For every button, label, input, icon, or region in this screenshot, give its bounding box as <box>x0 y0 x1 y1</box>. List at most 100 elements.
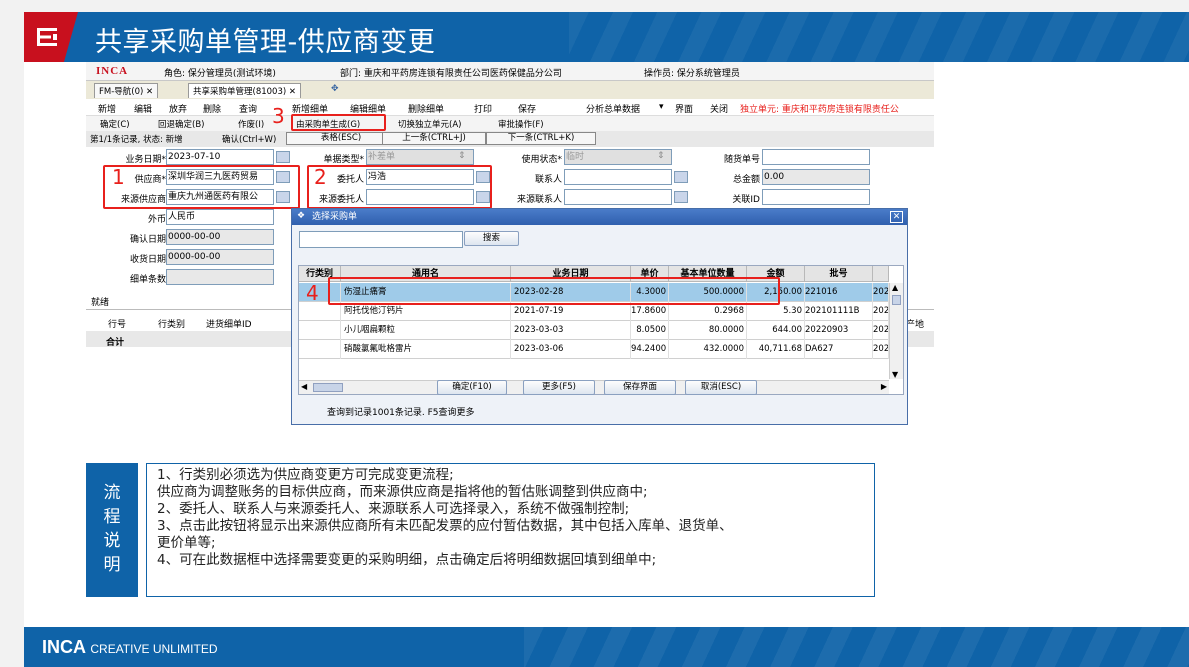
next-record-button[interactable]: 下一条(CTRL+K) <box>486 132 596 145</box>
cancel-button[interactable]: 取消(ESC) <box>685 380 757 395</box>
follow-no-label: 随货单号 <box>723 155 760 165</box>
confirm-button[interactable]: 确定(F10) <box>437 380 507 395</box>
menu-analyze[interactable]: 分析总单数据 <box>586 102 640 115</box>
detail-count-field[interactable] <box>166 269 274 285</box>
rollback-action[interactable]: 回退确定(B) <box>158 118 204 130</box>
app-brand: INCA <box>96 65 129 77</box>
follow-no-field[interactable] <box>762 149 870 165</box>
footer-tagline: CREATIVE UNLIMITED <box>90 642 218 656</box>
switch-unit-action[interactable]: 切换独立单元(A) <box>398 118 461 130</box>
status-row: 第1/1条记录, 状态: 新增 确认(Ctrl+W) 表格(ESC) 上一条(C… <box>86 131 934 147</box>
prev-record-button[interactable]: 上一条(CTRL+J) <box>382 132 486 145</box>
lookup-icon[interactable] <box>674 191 688 203</box>
annotation-number-4: 4 <box>306 281 319 305</box>
void-action[interactable]: 作废(I) <box>238 118 264 130</box>
annotation-number-2: 2 <box>314 165 327 189</box>
annotation-number-1: 1 <box>112 165 125 189</box>
scroll-right-icon[interactable]: ▶ <box>881 382 887 391</box>
move-icon[interactable]: ✥ <box>331 84 339 94</box>
table-row[interactable]: 硝酸氯氟吡格雷片 2023-03-06 94.2400 432.0000 40,… <box>299 340 889 359</box>
close-icon[interactable]: ✕ <box>890 211 903 223</box>
note-line: 1、行类别必须选为供应商变更方可完成变更流程; <box>157 467 454 483</box>
slide: 共享采购单管理-供应商变更 INCA 角色: 保分管理员(测试环境) 部门: 重… <box>0 0 1189 667</box>
scroll-thumb[interactable] <box>313 383 343 392</box>
grid-total-label: 合计 <box>106 338 125 348</box>
menu-layout[interactable]: 界面 <box>675 102 693 115</box>
annotation-box-1 <box>103 165 300 209</box>
note-line: 更价单等; <box>157 535 216 551</box>
action-bar: 确定(C) 回退确定(B) 作废(I) 由采购单生成(G) 切换独立单元(A) … <box>86 116 934 131</box>
note-line: 3、点击此按钮将显示出来源供应商所有未匹配发票的应付暂估数据，其中包括入库单、退… <box>157 518 733 534</box>
grid-header-category: 行类别 <box>158 320 186 330</box>
confirm-date-label: 确认日期 <box>129 235 166 245</box>
dialog-title: 选择采购单 <box>292 209 907 225</box>
use-status-select[interactable]: 临时 <box>564 149 672 165</box>
menu-new[interactable]: 新增 <box>98 102 116 115</box>
tab-shared-purchase[interactable]: 共享采购单管理(81003) ✕ <box>188 83 302 98</box>
confirm-action[interactable]: 确定(C) <box>100 118 130 130</box>
menu-delete[interactable]: 删除 <box>203 102 221 115</box>
col-lot: 批号 <box>805 266 873 282</box>
grid-header-origin: 产地 <box>906 320 925 330</box>
currency-field[interactable]: 人民币 <box>166 209 274 225</box>
chevron-down-icon[interactable]: ⇕ <box>657 151 665 161</box>
doc-type-label: 单据类型* <box>323 155 364 165</box>
related-id-label: 关联ID <box>732 195 760 205</box>
menu-delete-detail[interactable]: 删除细单 <box>408 102 444 115</box>
menu-discard[interactable]: 放弃 <box>169 102 187 115</box>
close-icon[interactable]: ✕ <box>146 87 153 97</box>
source-contact-field[interactable] <box>564 189 672 205</box>
approval-action[interactable]: 审批操作(F) <box>498 118 544 130</box>
annotation-box-4 <box>328 277 780 305</box>
biz-date-field[interactable]: 2023-07-10 <box>166 149 274 165</box>
total-field: 0.00 <box>762 169 870 185</box>
table-row[interactable]: 小儿咽扁颗粒 2023-03-03 8.0500 80.0000 644.00 … <box>299 321 889 340</box>
save-layout-button[interactable]: 保存界面 <box>604 380 676 395</box>
close-icon[interactable]: ✕ <box>289 87 296 97</box>
vertical-scrollbar[interactable]: ▲ ▼ <box>889 283 903 379</box>
grid-header-row-no: 行号 <box>108 320 127 330</box>
total-label: 总金额 <box>732 175 760 185</box>
confirm-shortcut[interactable]: 确认(Ctrl+W) <box>222 133 276 145</box>
receive-date-field[interactable]: 0000-00-00 <box>166 249 274 265</box>
col-extra <box>873 266 889 282</box>
scroll-left-icon[interactable]: ◀ <box>301 382 307 391</box>
search-input[interactable] <box>299 231 463 248</box>
menu-query[interactable]: 查询 <box>239 102 257 115</box>
table-button[interactable]: 表格(ESC) <box>286 132 396 145</box>
calendar-icon[interactable] <box>276 151 290 163</box>
record-status: 第1/1条记录, 状态: 新增 <box>90 135 183 145</box>
dialog-status: 查询到记录1001条记录. F5查询更多 <box>327 408 475 418</box>
annotation-number-3: 3 <box>272 104 285 128</box>
slide-title: 共享采购单管理-供应商变更 <box>95 27 436 58</box>
dropdown-icon[interactable]: ▾ <box>659 102 664 112</box>
select-purchase-dialog: 选择采购单 ❖ ✕ 搜索 行类别 通用名 业务日期 单价 基本单位数量 金额 批… <box>291 208 908 425</box>
window-icon: ❖ <box>297 211 306 221</box>
scroll-thumb[interactable] <box>892 295 901 305</box>
department-text: 部门: 重庆和平药房连锁有限责任公司医药保健品分公司 <box>340 69 562 79</box>
search-button[interactable]: 搜索 <box>464 231 519 246</box>
chevron-down-icon[interactable]: ⇕ <box>458 151 466 161</box>
app-header: INCA 角色: 保分管理员(测试环境) 部门: 重庆和平药房连锁有限责任公司医… <box>86 62 934 81</box>
lookup-icon[interactable] <box>674 171 688 183</box>
note-line: 2、委托人、联系人与来源委托人、来源联系人可选择录入，系统不做强制控制; <box>157 501 630 517</box>
detail-count-label: 细单条数 <box>129 275 166 285</box>
menu-close[interactable]: 关闭 <box>710 102 728 115</box>
contact-field[interactable] <box>564 169 672 185</box>
menu-print[interactable]: 打印 <box>474 102 492 115</box>
grid-header-detail-id: 进货细单ID <box>206 320 252 330</box>
menu-edit[interactable]: 编辑 <box>134 102 152 115</box>
use-status-label: 使用状态* <box>521 155 562 165</box>
grid-status: 就绪 <box>91 298 110 308</box>
tab-navigation[interactable]: FM-导航(0) ✕ <box>94 83 159 98</box>
note-line: 供应商为调整账务的目标供应商，而来源供应商是指将他的暂估账调整到供应商中; <box>157 484 648 500</box>
related-id-field[interactable] <box>762 189 870 205</box>
menu-bar: 新增 编辑 放弃 删除 查询 新增细单 编辑细单 删除细单 打印 保存 分析总单… <box>86 99 934 116</box>
menu-save[interactable]: 保存 <box>518 102 536 115</box>
scroll-up-icon[interactable]: ▲ <box>892 283 898 292</box>
more-button[interactable]: 更多(F5) <box>523 380 595 395</box>
operator-text: 操作员: 保分系统管理员 <box>644 69 740 79</box>
footer-brand: INCA CREATIVE UNLIMITED <box>42 637 218 657</box>
confirm-date-field[interactable]: 0000-00-00 <box>166 229 274 245</box>
scroll-down-icon[interactable]: ▼ <box>892 370 898 379</box>
